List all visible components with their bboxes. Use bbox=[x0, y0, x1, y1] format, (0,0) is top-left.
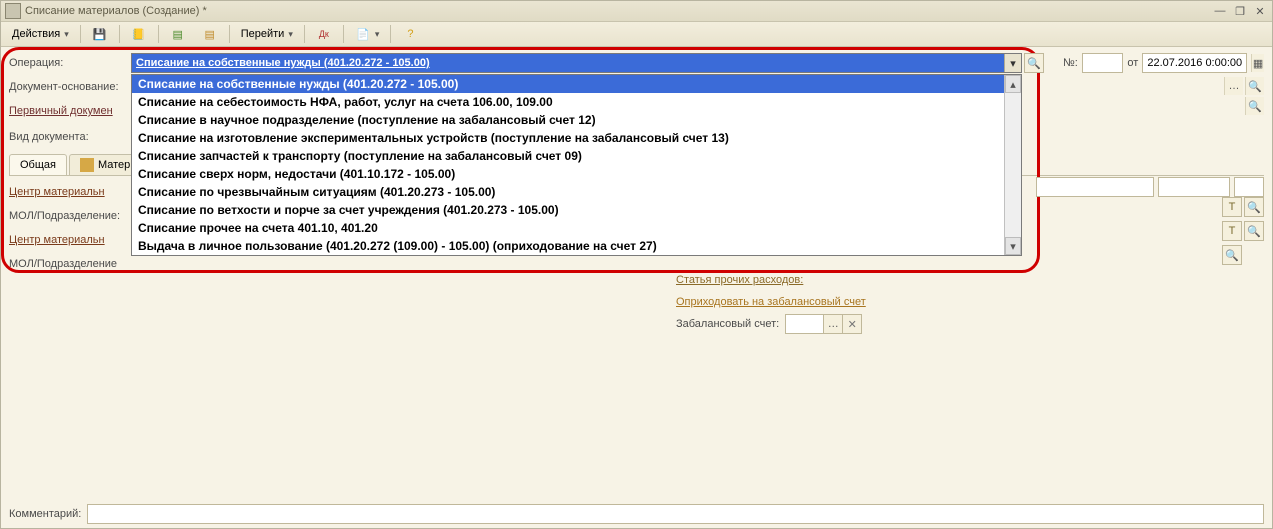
other-expenses-link[interactable]: Статья прочих расходов: bbox=[676, 274, 803, 286]
actions-menu-button[interactable]: Действия ▾ bbox=[5, 23, 76, 45]
search-button[interactable]: 🔍 bbox=[1222, 245, 1242, 265]
doc-green-icon: ▤ bbox=[170, 26, 186, 42]
toolbar-separator bbox=[80, 25, 81, 43]
number-input[interactable] bbox=[1082, 53, 1124, 73]
toolbar-separator bbox=[229, 25, 230, 43]
type-button[interactable]: T bbox=[1222, 197, 1242, 217]
app-icon bbox=[5, 3, 21, 19]
actions-label: Действия bbox=[12, 28, 60, 40]
report-icon: 📄 bbox=[355, 26, 371, 42]
dropdown-toggle-button[interactable]: ▾ bbox=[1004, 54, 1021, 72]
scroll-up-icon[interactable]: ▴ bbox=[1005, 75, 1021, 93]
save-button[interactable]: 💾 bbox=[85, 23, 115, 45]
operation-label: Операция: bbox=[9, 57, 131, 69]
dropdown-item[interactable]: Списание прочее на счета 401.10, 401.20 bbox=[132, 219, 1021, 237]
dropdown-item[interactable]: Списание на изготовление экспериментальн… bbox=[132, 129, 1021, 147]
operation-selected-text: Списание на собственные нужды (401.20.27… bbox=[132, 57, 1004, 69]
footer: Комментарий: bbox=[9, 504, 1264, 524]
close-button[interactable]: ✕ bbox=[1252, 4, 1268, 18]
report-button[interactable]: 📄▾ bbox=[348, 23, 387, 45]
comment-label: Комментарий: bbox=[9, 508, 81, 520]
goto-label: Перейти bbox=[241, 28, 285, 40]
table-icon bbox=[80, 158, 94, 172]
goto-menu-button[interactable]: Перейти ▾ bbox=[234, 23, 300, 45]
help-icon: ? bbox=[402, 26, 418, 42]
chevron-down-icon: ▾ bbox=[375, 29, 380, 40]
minimize-button[interactable]: — bbox=[1212, 4, 1228, 18]
search-button[interactable]: 🔍 bbox=[1244, 197, 1264, 217]
aux-input-3[interactable] bbox=[1234, 177, 1264, 197]
help-button[interactable]: ? bbox=[395, 23, 425, 45]
toolbar: Действия ▾ 💾 📒 ▤ ▤ Перейти ▾ Дк 📄▾ ? bbox=[1, 22, 1272, 47]
doc-copy-icon: ▤ bbox=[202, 26, 218, 42]
basis-doc-actions: … 🔍 bbox=[1224, 77, 1264, 95]
right-aux-inputs bbox=[1036, 177, 1264, 197]
dropdown-item[interactable]: Списание сверх норм, недостачи (401.10.1… bbox=[132, 165, 1021, 183]
ellipsis-button[interactable]: … bbox=[1224, 77, 1243, 95]
dropdown-item[interactable]: Списание по ветхости и порче за счет учр… bbox=[132, 201, 1021, 219]
primary-doc-actions: 🔍 bbox=[1245, 97, 1264, 115]
dropdown-item[interactable]: Выдача в личное пользование (401.20.272 … bbox=[132, 237, 1021, 255]
aux-input-1[interactable] bbox=[1036, 177, 1154, 197]
titlebar: Списание материалов (Создание) * — ❐ ✕ bbox=[1, 1, 1272, 22]
operation-search-button[interactable]: 🔍 bbox=[1024, 53, 1044, 73]
search-button[interactable]: 🔍 bbox=[1245, 77, 1264, 95]
toolbar-separator bbox=[158, 25, 159, 43]
toolbar-separator bbox=[390, 25, 391, 43]
dt-kt-button[interactable]: 📒 bbox=[124, 23, 154, 45]
ellipsis-button[interactable]: … bbox=[823, 315, 842, 333]
dtkt-text-button[interactable]: Дк bbox=[309, 23, 339, 45]
comment-input[interactable] bbox=[87, 504, 1264, 524]
center1-link[interactable]: Центр материальн bbox=[9, 186, 131, 198]
dropdown-item[interactable]: Списание на себестоимость НФА, работ, ус… bbox=[132, 93, 1021, 111]
copy-doc-button[interactable]: ▤ bbox=[195, 23, 225, 45]
search-button[interactable]: 🔍 bbox=[1245, 97, 1264, 115]
center2-link[interactable]: Центр материальн bbox=[9, 234, 131, 246]
date-value: 22.07.2016 0:00:00 bbox=[1143, 57, 1246, 69]
operation-dropdown-list: Списание на собственные нужды (401.20.27… bbox=[131, 74, 1022, 256]
scroll-down-icon[interactable]: ▾ bbox=[1005, 237, 1021, 255]
dropdown-scrollbar[interactable]: ▴ ▾ bbox=[1004, 75, 1021, 255]
tab-materials-label: Матер bbox=[98, 159, 130, 171]
app-window: Списание материалов (Создание) * — ❐ ✕ Д… bbox=[0, 0, 1273, 529]
green-doc-button[interactable]: ▤ bbox=[163, 23, 193, 45]
mol2-label: МОЛ/Подразделение bbox=[9, 258, 131, 270]
toolbar-separator bbox=[119, 25, 120, 43]
clear-button[interactable]: ✕ bbox=[843, 314, 862, 334]
from-label: от bbox=[1127, 57, 1138, 69]
other-expenses-block: Статья прочих расходов: Оприходовать на … bbox=[676, 270, 1266, 334]
operation-select[interactable]: Списание на собственные нужды (401.20.27… bbox=[131, 53, 1022, 73]
tab-general-label: Общая bbox=[20, 159, 56, 171]
date-input[interactable]: 22.07.2016 0:00:00 bbox=[1142, 53, 1247, 73]
doc-type-label: Вид документа: bbox=[9, 131, 131, 143]
search-button[interactable]: 🔍 bbox=[1244, 221, 1264, 241]
chevron-down-icon: ▾ bbox=[288, 29, 293, 40]
basis-doc-label: Документ-основание: bbox=[9, 81, 131, 93]
aux-input-2[interactable] bbox=[1158, 177, 1230, 197]
primary-doc-link[interactable]: Первичный докумен bbox=[9, 105, 131, 117]
number-label: №: bbox=[1063, 57, 1078, 69]
dropdown-item[interactable]: Списание запчастей к транспорту (поступл… bbox=[132, 147, 1021, 165]
off-balance-acct-label: Забалансовый счет: bbox=[676, 318, 779, 330]
calendar-icon: ▦ bbox=[1253, 57, 1263, 70]
toolbar-separator bbox=[343, 25, 344, 43]
dropdown-item[interactable]: Списание на собственные нужды (401.20.27… bbox=[132, 75, 1021, 93]
tab-general[interactable]: Общая bbox=[9, 154, 67, 175]
dtkt-icon: Дк bbox=[316, 26, 332, 42]
doc-number-date-row: №: от 22.07.2016 0:00:00 ▦ bbox=[1063, 53, 1264, 73]
calendar-button[interactable]: ▦ bbox=[1251, 54, 1264, 72]
ledger-icon: 📒 bbox=[131, 26, 147, 42]
dropdown-item[interactable]: Списание в научное подразделение (поступ… bbox=[132, 111, 1021, 129]
off-balance-acct-input[interactable]: … bbox=[785, 314, 843, 334]
right-icon-column: T 🔍 T 🔍 🔍 bbox=[1222, 197, 1264, 265]
chevron-down-icon: ▾ bbox=[64, 29, 69, 40]
dropdown-item[interactable]: Списание по чрезвычайным ситуациям (401.… bbox=[132, 183, 1021, 201]
off-balance-heading: Оприходовать на забалансовый счет bbox=[676, 296, 1266, 308]
window-title: Списание материалов (Создание) * bbox=[25, 5, 1212, 17]
mol1-label: МОЛ/Подразделение: bbox=[9, 210, 131, 222]
maximize-button[interactable]: ❐ bbox=[1232, 4, 1248, 18]
save-icon: 💾 bbox=[92, 26, 108, 42]
toolbar-separator bbox=[304, 25, 305, 43]
type-button[interactable]: T bbox=[1222, 221, 1242, 241]
